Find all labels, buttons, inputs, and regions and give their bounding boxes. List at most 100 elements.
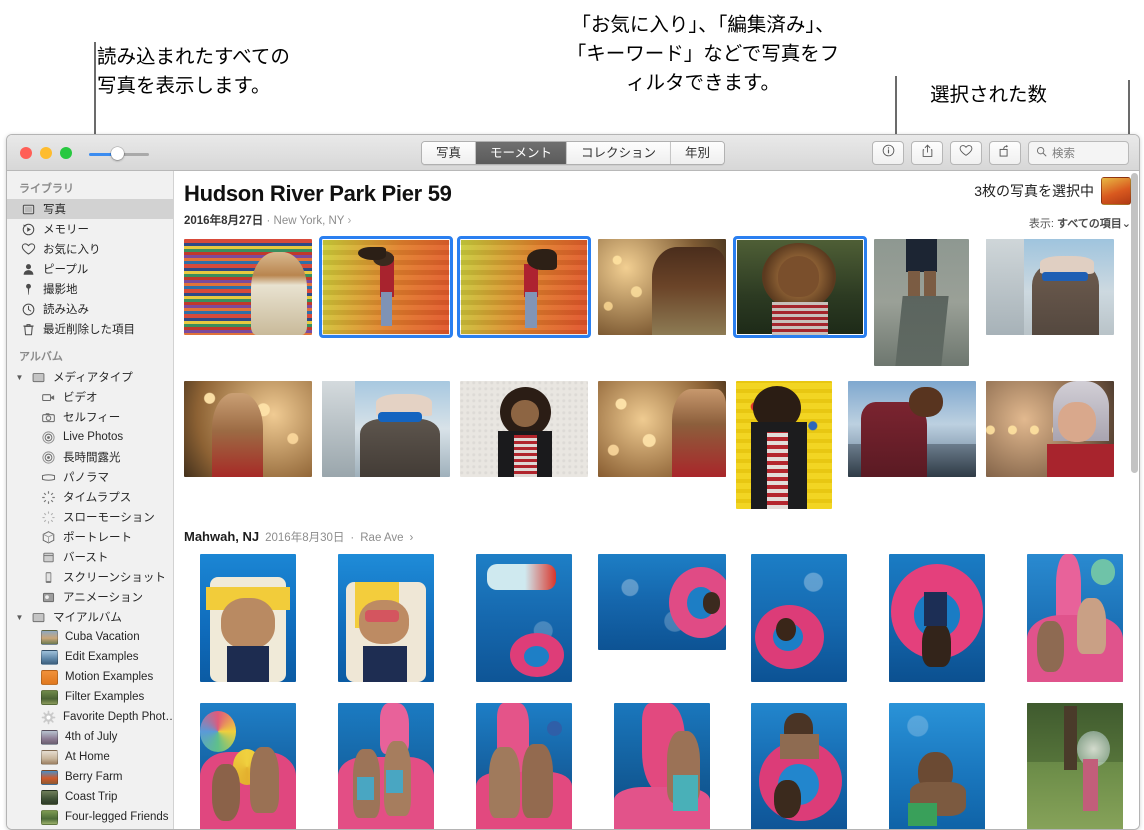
sidebar-item-memories[interactable]: メモリー <box>7 219 173 239</box>
minimize-button[interactable] <box>40 146 52 159</box>
sidebar-item-imports[interactable]: 読み込み <box>7 299 173 319</box>
sidebar-item-four-legged-friends[interactable]: Four-legged Friends <box>7 807 173 827</box>
moment-header[interactable]: Mahwah, NJ 2016年8月30日 · Rae Ave › <box>174 529 1139 545</box>
photo-thumbnail[interactable] <box>736 381 832 509</box>
photo-thumbnail[interactable] <box>1027 703 1124 829</box>
sidebar-item-berry-farm[interactable]: Berry Farm <box>7 767 173 787</box>
photo-cell[interactable] <box>598 239 736 335</box>
sidebar-item-edit-examples[interactable]: Edit Examples <box>7 647 173 667</box>
sidebar-item-my-albums[interactable]: ▼ マイアルバム <box>7 607 173 627</box>
chevron-down-icon[interactable]: ▼ <box>15 373 24 382</box>
photo-thumbnail[interactable] <box>460 381 588 477</box>
photo-cell[interactable] <box>735 703 873 829</box>
photo-thumbnail[interactable] <box>751 554 848 682</box>
close-button[interactable] <box>20 146 32 159</box>
thumbnail-size-slider[interactable] <box>89 147 149 160</box>
tab-years[interactable]: 年別 <box>671 142 725 164</box>
photo-thumbnail[interactable] <box>200 554 296 682</box>
photo-thumbnail[interactable] <box>986 239 1114 335</box>
sidebar-item-timelapse[interactable]: タイムラプス <box>7 487 173 507</box>
vertical-scrollbar[interactable] <box>1131 173 1138 821</box>
photo-thumbnail[interactable] <box>597 554 726 650</box>
sidebar-item-4th-of-july[interactable]: 4th of July <box>7 727 173 747</box>
photo-thumbnail[interactable] <box>322 381 450 477</box>
photo-thumbnail[interactable] <box>613 703 710 829</box>
sidebar-item-people[interactable]: ピープル <box>7 259 173 279</box>
photo-cell[interactable] <box>319 236 460 338</box>
sidebar-item-videos[interactable]: ビデオ <box>7 387 173 407</box>
photo-cell[interactable] <box>986 381 1114 477</box>
photo-cell[interactable] <box>874 239 986 366</box>
sidebar[interactable]: ライブラリ 写真 メモリー お気に入り ピープル 撮影地 読み込み 最近削除した… <box>7 171 174 829</box>
photo-thumbnail[interactable] <box>184 239 312 335</box>
photo-cell[interactable] <box>1011 703 1139 829</box>
photo-cell[interactable] <box>733 236 874 338</box>
photo-thumbnail[interactable] <box>848 381 976 477</box>
photo-cell[interactable] <box>1011 554 1139 682</box>
sidebar-item-media-types[interactable]: ▼ メディアタイプ <box>7 367 173 387</box>
photo-thumbnail[interactable] <box>598 239 726 335</box>
photo-thumbnail-selected[interactable] <box>457 236 591 338</box>
scrollbar-thumb[interactable] <box>1131 173 1138 473</box>
sidebar-item-favorite-depth-photos[interactable]: Favorite Depth Phot… <box>7 707 173 727</box>
sidebar-item-photos[interactable]: 写真 <box>7 199 173 219</box>
photo-thumbnail-selected[interactable] <box>733 236 867 338</box>
zoom-button[interactable] <box>60 146 72 159</box>
photo-cell[interactable] <box>460 554 598 682</box>
photo-cell[interactable] <box>873 703 1011 829</box>
share-button[interactable] <box>911 141 943 165</box>
moment-place[interactable]: New York, NY <box>274 215 345 227</box>
photo-cell[interactable] <box>322 381 460 477</box>
sidebar-item-cuba-vacation[interactable]: Cuba Vacation <box>7 627 173 647</box>
photo-cell[interactable] <box>457 236 598 338</box>
tab-moments[interactable]: モーメント <box>475 142 567 164</box>
photo-thumbnail[interactable] <box>200 703 296 829</box>
sidebar-item-animations[interactable]: アニメーション <box>7 587 173 607</box>
sidebar-item-bursts[interactable]: バースト <box>7 547 173 567</box>
chevron-down-icon[interactable]: ▼ <box>15 613 24 622</box>
photo-thumbnail[interactable] <box>889 554 986 682</box>
photo-cell[interactable] <box>184 703 322 829</box>
photo-cell[interactable] <box>986 239 1114 335</box>
sidebar-item-places[interactable]: 撮影地 <box>7 279 173 299</box>
photo-cell[interactable] <box>184 381 322 477</box>
photo-thumbnail[interactable] <box>874 239 969 366</box>
sidebar-item-favorites[interactable]: お気に入り <box>7 239 173 259</box>
photo-thumbnail[interactable] <box>475 554 572 682</box>
photo-cell[interactable] <box>736 381 848 509</box>
photo-cell[interactable] <box>597 554 736 650</box>
tab-collections[interactable]: コレクション <box>567 142 672 164</box>
sidebar-item-filter-examples[interactable]: Filter Examples <box>7 687 173 707</box>
photo-thumbnail[interactable] <box>986 381 1114 477</box>
photo-cell[interactable] <box>735 554 873 682</box>
sidebar-item-screenshots[interactable]: スクリーンショット <box>7 567 173 587</box>
slider-knob[interactable] <box>111 147 124 160</box>
rotate-button[interactable] <box>989 141 1021 165</box>
photo-grid-content[interactable]: 3枚の写真を選択中 表示: すべての項目⌄ Hudson River Park … <box>174 171 1139 829</box>
photo-thumbnail-selected[interactable] <box>319 236 453 338</box>
photo-cell[interactable] <box>322 703 460 829</box>
search-input[interactable]: 検索 <box>1028 141 1129 165</box>
photo-thumbnail[interactable] <box>184 381 312 477</box>
info-button[interactable] <box>872 141 904 165</box>
photo-thumbnail[interactable] <box>475 703 572 829</box>
tab-photos[interactable]: 写真 <box>421 142 476 164</box>
photo-thumbnail[interactable] <box>337 554 434 682</box>
sidebar-item-live-photos[interactable]: Live Photos <box>7 427 173 447</box>
photo-cell[interactable] <box>848 381 986 477</box>
chevron-right-icon[interactable]: › <box>410 532 414 544</box>
sidebar-item-coast-trip[interactable]: Coast Trip <box>7 787 173 807</box>
photo-cell[interactable] <box>873 554 1011 682</box>
sidebar-item-selfies[interactable]: セルフィー <box>7 407 173 427</box>
photo-cell[interactable] <box>184 239 322 335</box>
photo-thumbnail[interactable] <box>337 703 434 829</box>
photo-cell[interactable] <box>460 381 598 477</box>
chevron-down-icon[interactable]: ⌄ <box>1122 218 1131 230</box>
sidebar-item-panoramas[interactable]: パノラマ <box>7 467 173 487</box>
favorite-button[interactable] <box>950 141 982 165</box>
sidebar-item-portrait[interactable]: ポートレート <box>7 527 173 547</box>
chevron-right-icon[interactable]: › <box>347 215 351 227</box>
selection-thumbnail[interactable] <box>1101 177 1131 205</box>
photo-cell[interactable] <box>598 703 736 829</box>
photo-thumbnail[interactable] <box>598 381 726 477</box>
